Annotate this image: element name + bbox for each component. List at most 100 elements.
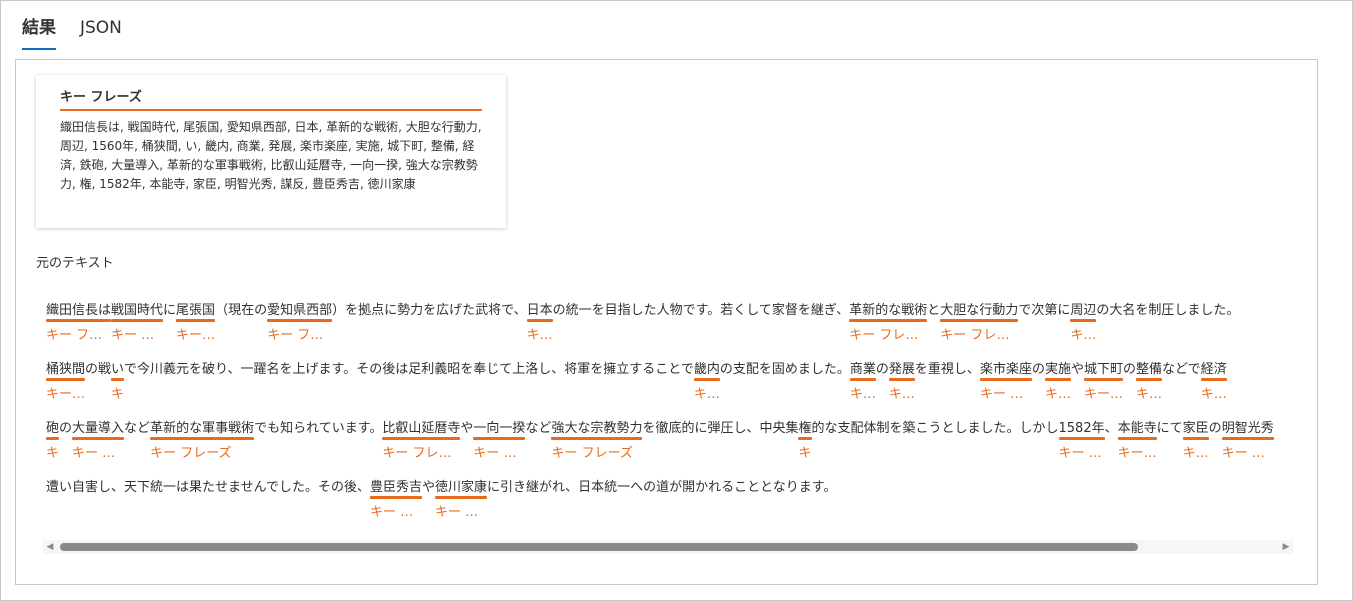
- key-phrase-highlight[interactable]: 明智光秀キー フレーズ: [1221, 420, 1274, 461]
- key-phrase-underline: [267, 319, 333, 322]
- key-phrase-highlight[interactable]: 城下町キー フレーズ: [1084, 361, 1124, 402]
- key-phrase-text: 豊臣秀吉: [369, 480, 422, 495]
- key-phrase-tag: キー フレーズ: [798, 446, 812, 461]
- plain-text: や: [1070, 362, 1084, 377]
- key-phrase-tag: キー フレーズ: [111, 387, 125, 402]
- key-phrase-text: 本能寺: [1117, 421, 1157, 436]
- key-phrase-text: 城下町: [1084, 362, 1124, 377]
- key-phrase-tag: キー フレーズ: [46, 328, 111, 343]
- key-phrase-highlight[interactable]: 本能寺キー フレーズ: [1117, 420, 1157, 461]
- key-phrase-tag: キー フレーズ: [1182, 446, 1209, 461]
- key-phrase-tag: キー フレーズ: [267, 328, 332, 343]
- original-text-view: 織田信長はキー フレーズ戦国時代キー フレーズに尾張国キー フレーズ（現在の愛知…: [46, 302, 1296, 534]
- key-phrase-highlight[interactable]: 1582年キー フレーズ: [1058, 420, 1105, 461]
- key-phrase-highlight[interactable]: 織田信長はキー フレーズ: [46, 302, 112, 343]
- key-phrase-underline: [111, 378, 125, 381]
- key-phrase-text: 大量導入: [72, 421, 125, 436]
- key-phrase-highlight[interactable]: 砲キー フレーズ: [46, 420, 60, 461]
- plain-text: 遭い自害し、天下統一は果たせませんでした。その後、: [46, 480, 370, 495]
- key-phrase-highlight[interactable]: 比叡山延暦寺 キー フレーズ: [382, 420, 461, 461]
- key-phrase-highlight[interactable]: 発展キー フレーズ: [888, 361, 915, 402]
- key-phrase-highlight[interactable]: 家臣キー フレーズ: [1182, 420, 1209, 461]
- key-phrase-highlight[interactable]: 経済キー フレーズ: [1200, 361, 1227, 402]
- tab-results[interactable]: 結果: [22, 16, 56, 50]
- key-phrase-underline: [849, 378, 876, 381]
- key-phrase-tag: キー フレーズ: [111, 328, 163, 343]
- plain-text: でも知られています。: [254, 421, 383, 436]
- plain-text: など: [124, 421, 151, 436]
- key-phrase-text: 明智光秀: [1221, 421, 1274, 436]
- key-phrase-tag: キー フレーズ: [693, 387, 720, 402]
- key-phrase-highlight[interactable]: 日本キー フレーズ: [526, 302, 553, 343]
- key-phrase-underline: [693, 378, 720, 381]
- plain-text: に引き継がれ、日本統一への道が開かれることとなります。: [487, 480, 837, 495]
- key-phrase-tag: キー フレーズ: [551, 446, 633, 461]
- key-phrase-text: 経済: [1200, 362, 1227, 377]
- horizontal-scrollbar[interactable]: ◀ ▶: [43, 540, 1293, 554]
- text-line: 砲キー フレーズの大量導入キー フレーズなど革新的な軍事戦術キー フレーズでも知…: [46, 420, 1274, 461]
- scroll-right-icon[interactable]: ▶: [1281, 542, 1291, 552]
- key-phrase-highlight[interactable]: 尾張国キー フレーズ: [176, 302, 216, 343]
- text-line: 織田信長はキー フレーズ戦国時代キー フレーズに尾張国キー フレーズ（現在の愛知…: [46, 302, 1239, 343]
- key-phrases-card-title: キー フレーズ: [60, 89, 482, 111]
- key-phrase-highlight[interactable]: 一向一揆キー フレーズ: [473, 420, 526, 461]
- key-phrase-highlight[interactable]: 畿内キー フレーズ: [693, 361, 720, 402]
- key-phrase-tag: キー フレーズ: [1084, 387, 1123, 402]
- key-phrase-tag: キー フレーズ: [1200, 387, 1227, 402]
- key-phrase-text: 一向一揆: [473, 421, 526, 436]
- key-phrase-highlight[interactable]: 強大な宗教勢力 キー フレーズ: [551, 420, 643, 461]
- key-phrase-tag: キー フレーズ: [888, 387, 915, 402]
- key-phrase-tag: キー フレーズ: [1221, 446, 1274, 461]
- key-phrase-highlight[interactable]: 革新的な戦術 キー フレーズ: [849, 302, 928, 343]
- key-phrase-highlight[interactable]: 楽市楽座キー フレーズ: [979, 361, 1032, 402]
- key-phrase-underline: [979, 378, 1032, 381]
- key-phrase-highlight[interactable]: 整備キー フレーズ: [1136, 361, 1163, 402]
- key-phrase-tag: キー フレーズ: [526, 328, 553, 343]
- key-phrase-underline: [551, 437, 643, 440]
- key-phrase-highlight[interactable]: 周辺キー フレーズ: [1070, 302, 1097, 343]
- tab-json[interactable]: JSON: [80, 16, 122, 50]
- key-phrase-tag: キー フレーズ: [979, 387, 1032, 402]
- key-phrase-highlight[interactable]: 実施キー フレーズ: [1044, 361, 1071, 402]
- key-phrase-text: い: [111, 362, 125, 377]
- key-phrase-tag: キー フレーズ: [150, 446, 232, 461]
- key-phrase-text: 織田信長は: [46, 303, 112, 318]
- key-phrase-highlight[interactable]: 革新的な軍事戦術 キー フレーズ: [150, 420, 255, 461]
- key-phrase-text: 愛知県西部: [267, 303, 333, 318]
- key-phrase-underline: [72, 437, 125, 440]
- key-phrase-highlight[interactable]: いキー フレーズ: [111, 361, 125, 402]
- plain-text: の: [1123, 362, 1137, 377]
- key-phrase-highlight[interactable]: 大胆な行動力 キー フレーズ: [940, 302, 1019, 343]
- key-phrase-highlight[interactable]: 桶狭間キー フレーズ: [46, 361, 86, 402]
- key-phrase-text: 実施: [1044, 362, 1071, 377]
- key-phrase-highlight[interactable]: 戦国時代キー フレーズ: [111, 302, 164, 343]
- key-phrase-tag: キー フレーズ: [46, 446, 60, 461]
- key-phrase-underline: [1058, 437, 1105, 440]
- original-text-label: 元のテキスト: [36, 256, 114, 271]
- key-phrase-underline: [435, 496, 488, 499]
- result-tabs: 結果 JSON: [22, 16, 122, 50]
- key-phrase-highlight[interactable]: 徳川家康キー フレーズ: [435, 479, 488, 520]
- key-phrase-highlight[interactable]: 権キー フレーズ: [798, 420, 812, 461]
- plain-text: （現在の: [215, 303, 268, 318]
- plain-text: 、: [1104, 421, 1118, 436]
- scrollbar-thumb[interactable]: [60, 543, 1138, 551]
- key-phrase-highlight[interactable]: 商業キー フレーズ: [849, 361, 876, 402]
- key-phrase-text: 砲: [46, 421, 60, 436]
- scroll-left-icon[interactable]: ◀: [45, 542, 55, 552]
- key-phrase-text: 畿内: [693, 362, 720, 377]
- plain-text: に: [163, 303, 177, 318]
- key-phrase-highlight[interactable]: 愛知県西部キー フレーズ: [267, 302, 333, 343]
- key-phrase-underline: [150, 437, 255, 440]
- key-phrase-tag: キー フレーズ: [473, 446, 525, 461]
- key-phrase-text: 楽市楽座: [979, 362, 1032, 377]
- plain-text: を徹底的に弾圧し、中央集: [642, 421, 799, 436]
- text-line: 遭い自害し、天下統一は果たせませんでした。その後、豊臣秀吉キー フレーズや徳川家…: [46, 479, 837, 520]
- key-phrase-underline: [1084, 378, 1124, 381]
- key-phrase-highlight[interactable]: 大量導入キー フレーズ: [72, 420, 125, 461]
- plain-text: にて: [1156, 421, 1183, 436]
- key-phrase-underline: [849, 319, 928, 322]
- key-phrase-underline: [1136, 378, 1163, 381]
- key-phrase-tag: キー フレーズ: [849, 387, 876, 402]
- key-phrase-highlight[interactable]: 豊臣秀吉キー フレーズ: [369, 479, 422, 520]
